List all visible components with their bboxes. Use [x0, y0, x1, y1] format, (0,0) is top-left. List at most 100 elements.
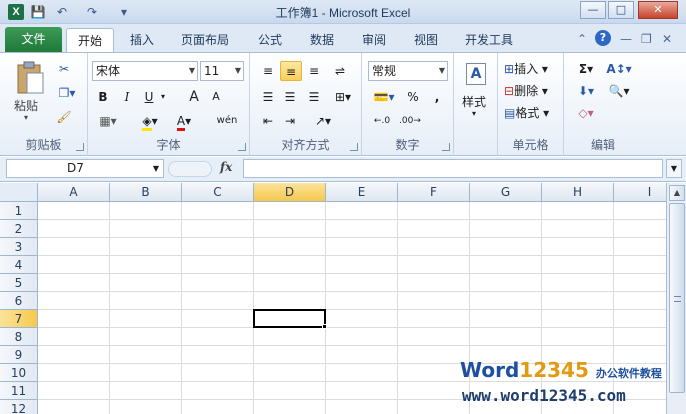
column-header-a[interactable]: A	[38, 183, 110, 202]
name-box-value: D7	[67, 161, 84, 175]
cut-icon[interactable]: ✂	[54, 59, 74, 79]
active-cell[interactable]	[253, 309, 326, 328]
currency-icon[interactable]: 💳▾	[370, 87, 398, 107]
row-header-11[interactable]: 11	[0, 382, 38, 400]
column-header-g[interactable]: G	[470, 183, 542, 202]
shrink-font-button[interactable]: A	[206, 87, 226, 107]
copy-icon[interactable]: ❐▾	[54, 83, 80, 103]
increase-decimal-icon[interactable]: ←.0	[370, 111, 394, 131]
grid-row-line	[38, 327, 666, 328]
tab-file[interactable]: 文件	[5, 27, 62, 52]
doc-minimize-icon[interactable]: —	[620, 32, 632, 46]
comma-button[interactable]: ,	[428, 87, 446, 107]
number-format-combo[interactable]: 常规 ▼	[368, 61, 448, 81]
align-top-icon[interactable]: ≡	[258, 61, 278, 81]
tab-page-layout[interactable]: 页面布局	[174, 28, 236, 52]
tab-view[interactable]: 视图	[406, 28, 446, 52]
fill-handle[interactable]	[322, 324, 327, 329]
align-bottom-icon[interactable]: ≡	[304, 61, 324, 81]
help-icon[interactable]: ?	[595, 30, 611, 46]
row-header-2[interactable]: 2	[0, 220, 38, 238]
align-right-icon[interactable]: ☰	[304, 87, 324, 107]
row-header-10[interactable]: 10	[0, 364, 38, 382]
paste-button[interactable]: 粘贴 ▾	[10, 59, 50, 122]
close-button[interactable]: ✕	[638, 1, 678, 19]
column-header-e[interactable]: E	[326, 183, 398, 202]
delete-cells-button[interactable]: ⊟删除 ▾	[504, 81, 560, 101]
find-select-icon[interactable]: 🔍▾	[604, 81, 634, 101]
font-size-combo[interactable]: 11 ▼	[200, 61, 244, 81]
tab-insert[interactable]: 插入	[122, 28, 162, 52]
increase-indent-icon[interactable]: ⇥	[280, 111, 300, 131]
insert-cells-button[interactable]: ⊞插入 ▾	[504, 59, 560, 79]
row-header-1[interactable]: 1	[0, 202, 38, 220]
wrap-text-icon[interactable]: ⇌	[330, 61, 350, 81]
name-box[interactable]: D7 ▼	[6, 159, 164, 178]
autosum-button[interactable]: Σ▾	[572, 59, 600, 79]
grid-row-line	[38, 345, 666, 346]
row-header-8[interactable]: 8	[0, 328, 38, 346]
select-all-button[interactable]	[0, 183, 38, 202]
decrease-indent-icon[interactable]: ⇤	[258, 111, 278, 131]
column-header-f[interactable]: F	[398, 183, 470, 202]
expand-formula-bar-icon[interactable]: ▼	[666, 159, 682, 178]
font-name-combo[interactable]: 宋体 ▼	[92, 61, 198, 81]
doc-restore-icon[interactable]: ❐	[641, 32, 652, 46]
align-left-icon[interactable]: ☰	[258, 87, 278, 107]
alignment-launcher-icon[interactable]	[350, 143, 358, 151]
decrease-decimal-icon[interactable]: .00→	[398, 111, 422, 131]
tab-data[interactable]: 数据	[302, 28, 342, 52]
row-header-6[interactable]: 6	[0, 292, 38, 310]
phonetic-icon[interactable]: wén	[212, 111, 242, 131]
collapse-ribbon-icon[interactable]: ⌃	[577, 32, 587, 46]
font-launcher-icon[interactable]	[238, 143, 246, 151]
merge-center-icon[interactable]: ⊞▾	[330, 87, 356, 107]
styles-button[interactable]: A 样式 ▾	[460, 61, 492, 127]
scroll-up-icon[interactable]: ▲	[669, 185, 685, 201]
column-header-d[interactable]: D	[254, 183, 326, 202]
number-launcher-icon[interactable]	[442, 143, 450, 151]
underline-dropdown-icon[interactable]: ▾	[158, 87, 168, 107]
row-header-7[interactable]: 7	[0, 310, 38, 328]
row-header-5[interactable]: 5	[0, 274, 38, 292]
clipboard-launcher-icon[interactable]	[76, 143, 84, 151]
grid-row-line	[38, 255, 666, 256]
align-center-icon[interactable]: ☰	[280, 87, 300, 107]
percent-button[interactable]: %	[404, 87, 422, 107]
column-header-h[interactable]: H	[542, 183, 614, 202]
insert-function-button[interactable]: fx	[220, 160, 232, 174]
autosum-icon: Σ	[578, 62, 588, 76]
row-header-3[interactable]: 3	[0, 238, 38, 256]
formula-input[interactable]	[243, 159, 663, 178]
watermark-brand-ord: ord	[481, 358, 520, 382]
row-header-12[interactable]: 12	[0, 400, 38, 414]
font-color-icon[interactable]: A▾	[170, 111, 198, 131]
clear-icon[interactable]: ◇▾	[572, 103, 600, 123]
align-middle-icon[interactable]: ≡	[280, 61, 302, 81]
grow-font-button[interactable]: A	[184, 87, 204, 107]
format-painter-icon[interactable]: 🖌	[54, 107, 74, 127]
border-icon[interactable]: ▦▾	[94, 111, 122, 131]
underline-button[interactable]: U	[140, 87, 158, 107]
tab-formulas[interactable]: 公式	[250, 28, 290, 52]
column-header-c[interactable]: C	[182, 183, 254, 202]
group-font: 宋体 ▼ 11 ▼ B I U ▾ A A ▦▾ ◈▾ A▾ wén 字体	[88, 53, 250, 156]
grid-column-line	[325, 202, 326, 414]
maximize-button[interactable]: □	[608, 1, 634, 19]
bold-button[interactable]: B	[94, 87, 112, 107]
doc-close-icon[interactable]: ✕	[662, 32, 672, 46]
fill-icon[interactable]: ⬇▾	[572, 81, 600, 101]
format-cells-button[interactable]: ▤格式 ▾	[504, 103, 560, 123]
minimize-button[interactable]: —	[580, 1, 606, 19]
tab-home[interactable]: 开始	[66, 28, 114, 52]
orientation-icon[interactable]: ↗▾	[310, 111, 336, 131]
row-header-4[interactable]: 4	[0, 256, 38, 274]
italic-button[interactable]: I	[118, 87, 136, 107]
sort-filter-icon[interactable]: A↕▾	[604, 59, 634, 79]
fill-color-icon[interactable]: ◈▾	[136, 111, 164, 131]
column-header-b[interactable]: B	[110, 183, 182, 202]
paste-dropdown-icon[interactable]: ▾	[24, 113, 28, 122]
tab-developer[interactable]: 开发工具	[458, 28, 520, 52]
tab-review[interactable]: 审阅	[354, 28, 394, 52]
row-header-9[interactable]: 9	[0, 346, 38, 364]
